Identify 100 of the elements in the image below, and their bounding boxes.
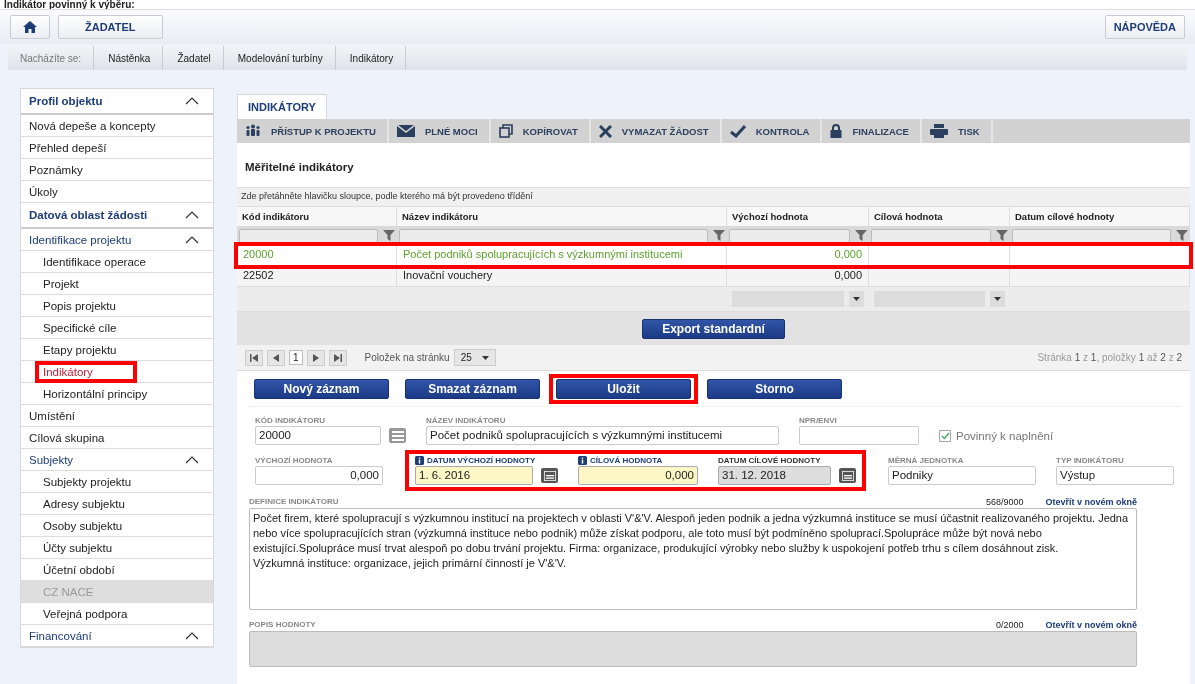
envelope-icon xyxy=(396,125,415,137)
filter-icon[interactable] xyxy=(713,230,725,241)
input-field[interactable] xyxy=(799,426,919,445)
sidebar-item[interactable]: Identifikace operace xyxy=(21,251,213,273)
info-icon xyxy=(578,456,587,465)
sidebar-item[interactable]: Identifikace projektu xyxy=(21,229,213,251)
open-window-link[interactable]: Otevřít v novém okně xyxy=(1045,497,1137,507)
form-button[interactable]: Nový záznam xyxy=(254,379,389,399)
form-button[interactable]: Storno xyxy=(707,379,842,399)
home-button[interactable] xyxy=(10,15,50,39)
sidebar-item[interactable]: Cílová skupina xyxy=(21,427,213,449)
help-button[interactable]: NÁPOVĚDA xyxy=(1104,15,1185,39)
filter-icon[interactable] xyxy=(855,230,867,241)
table-cell: 22502 xyxy=(243,269,274,281)
next-page-button[interactable] xyxy=(306,349,325,366)
applicant-button[interactable]: ŽADATEL xyxy=(58,15,163,39)
text-area[interactable]: Počet firem, které spolupracují s výzkumnou institucí na projektech v oblasti V'&'V. Alespoň jeden podnik a jedna výzkumná instituce se musí účastnit realizovaného projektu. Jedna nebo více spolupracujících stran (výzkumná instituce nebo podnik) může získat podporu, ale toto musí být podmíněno spoluprací.Spolupráce může být nová nebo existující.Spolupráce musí trvat alespoň po dobu trvání projektu. Firma: organizace, produkující výrobky nebo služby k uspokojení potřeb trhu s cílem dosáhnout zisk. Výzkumná instituce: organizace, jejich primární činností je V'&'V. xyxy=(249,508,1137,610)
sidebar-item[interactable]: Projekt xyxy=(21,273,213,295)
tab[interactable]: INDIKÁTORY xyxy=(237,94,327,119)
calendar-button[interactable] xyxy=(839,468,856,483)
filter-field[interactable] xyxy=(871,228,991,243)
last-page-button[interactable] xyxy=(328,349,347,366)
last-icon xyxy=(333,353,342,362)
column-header[interactable]: Datum cílové hodnoty xyxy=(1010,206,1190,226)
sidebar-item[interactable]: Etapy projektu xyxy=(21,339,213,361)
previous-page-button[interactable] xyxy=(267,349,285,366)
info-icon xyxy=(415,456,424,465)
chevron-icon xyxy=(185,235,199,244)
sidebar-item[interactable]: Subjekty xyxy=(21,449,213,471)
character-counter: 0/2000 xyxy=(995,620,1024,630)
printer-icon xyxy=(929,124,948,138)
field-label: DEFINICE INDIKÁTORU xyxy=(249,497,339,506)
calendar-button[interactable] xyxy=(541,468,558,483)
sidebar-item[interactable]: Adresy subjektu xyxy=(21,493,213,515)
input-field[interactable]: Počet podniků spolupracujících s výzkumnými institucemi xyxy=(426,426,779,445)
form-button[interactable]: Smazat záznam xyxy=(405,379,540,399)
page-size-select[interactable]: 25 xyxy=(453,349,496,366)
table-cell: Inovační vouchery xyxy=(403,269,493,281)
sidebar-item[interactable]: Umístění xyxy=(21,405,213,427)
sidebar-item[interactable]: Subjekty projektu xyxy=(21,471,213,493)
grouping-hint: Zde přetáhněte hlavičku sloupce, podle kterého má být provedeno třídění xyxy=(241,191,533,201)
sidebar-item[interactable]: Popis projektu xyxy=(21,295,213,317)
form-button[interactable]: Uložit xyxy=(556,379,691,399)
sidebar-item[interactable]: Účty subjektu xyxy=(21,537,213,559)
filter-field[interactable] xyxy=(399,228,708,243)
sidebar-item[interactable]: Přehled depeší xyxy=(21,137,213,159)
column-header[interactable]: Kód indikátoru xyxy=(237,206,397,226)
field-label: TYP INDIKÁTORU xyxy=(1056,456,1124,465)
sidebar-item[interactable]: Poznámky xyxy=(21,159,213,181)
column-header[interactable]: Výchozí hodnota xyxy=(727,206,869,226)
filter-icon[interactable] xyxy=(383,230,395,241)
breadcrumb-link[interactable]: Žadatel xyxy=(163,46,224,70)
filter-field[interactable] xyxy=(1012,228,1171,243)
calendar-icon xyxy=(841,470,854,481)
sidebar-item[interactable]: Veřejná podpora xyxy=(21,603,213,625)
sidebar-item[interactable]: Profil objektu xyxy=(21,89,213,115)
dropdown-button[interactable] xyxy=(849,290,864,307)
breadcrumb-link[interactable]: Modelování turbíny xyxy=(223,46,336,70)
sidebar-item[interactable]: Úkoly xyxy=(21,181,213,203)
field-label: POPIS HODNOTY xyxy=(249,620,316,629)
field-label: KÓD INDIKÁTORU xyxy=(255,416,326,425)
input-field[interactable]: 1. 6. 2016 xyxy=(415,466,533,485)
sidebar-item[interactable]: Specifické cíle xyxy=(21,317,213,339)
column-header[interactable]: Cílová hodnota xyxy=(869,206,1010,226)
checkbox[interactable] xyxy=(939,430,951,442)
chevron-icon xyxy=(185,97,199,105)
field-label: VÝCHOZÍ HODNOTA xyxy=(255,456,333,465)
input-field[interactable]: 0,000 xyxy=(578,466,698,485)
breadcrumb-link[interactable]: Indikátory xyxy=(335,46,407,70)
checkbox-label: Povinný k naplnění xyxy=(956,430,1054,442)
next-icon xyxy=(312,353,319,362)
field-label: DATUM VÝCHOZÍ HODNOTY xyxy=(427,456,536,465)
field-label: NPR/ENVI xyxy=(799,416,837,425)
sidebar-item[interactable]: Horizontální principy xyxy=(21,383,213,405)
sidebar-item[interactable]: Financování xyxy=(21,625,213,647)
filter-field[interactable] xyxy=(729,228,850,243)
column-header[interactable]: Název indikátoru xyxy=(397,206,727,226)
input-field[interactable]: 0,000 xyxy=(255,466,383,485)
sidebar-item[interactable]: Nová depeše a koncepty xyxy=(21,115,213,137)
table-cell: 0,000 xyxy=(834,269,862,281)
filter-field[interactable] xyxy=(239,228,378,243)
breadcrumb-link[interactable]: Nástěnka xyxy=(94,46,164,70)
export-button[interactable]: Export standardní xyxy=(642,319,785,339)
open-window-link[interactable]: Otevřít v novém okně xyxy=(1045,620,1137,630)
sidebar-item[interactable]: Osoby subjektu xyxy=(21,515,213,537)
caret-icon xyxy=(481,355,489,360)
first-page-button[interactable] xyxy=(245,349,263,366)
sidebar-item[interactable]: Datová oblast žádosti xyxy=(21,203,213,229)
input-field[interactable]: Podniky xyxy=(888,466,1036,485)
list-button[interactable] xyxy=(389,428,406,443)
input-field[interactable]: 20000 xyxy=(255,426,381,445)
input-field[interactable]: 31. 12. 2018 xyxy=(718,466,831,485)
filter-icon[interactable] xyxy=(996,230,1008,241)
lock-icon xyxy=(830,124,843,138)
dropdown-button[interactable] xyxy=(990,290,1005,307)
page-number[interactable]: 1 xyxy=(289,350,303,365)
filter-icon[interactable] xyxy=(1176,230,1188,241)
input-field[interactable]: Výstup xyxy=(1056,466,1174,485)
first-icon xyxy=(250,353,258,362)
page-heading: Indikátor povinný k výběru: xyxy=(0,0,1195,9)
